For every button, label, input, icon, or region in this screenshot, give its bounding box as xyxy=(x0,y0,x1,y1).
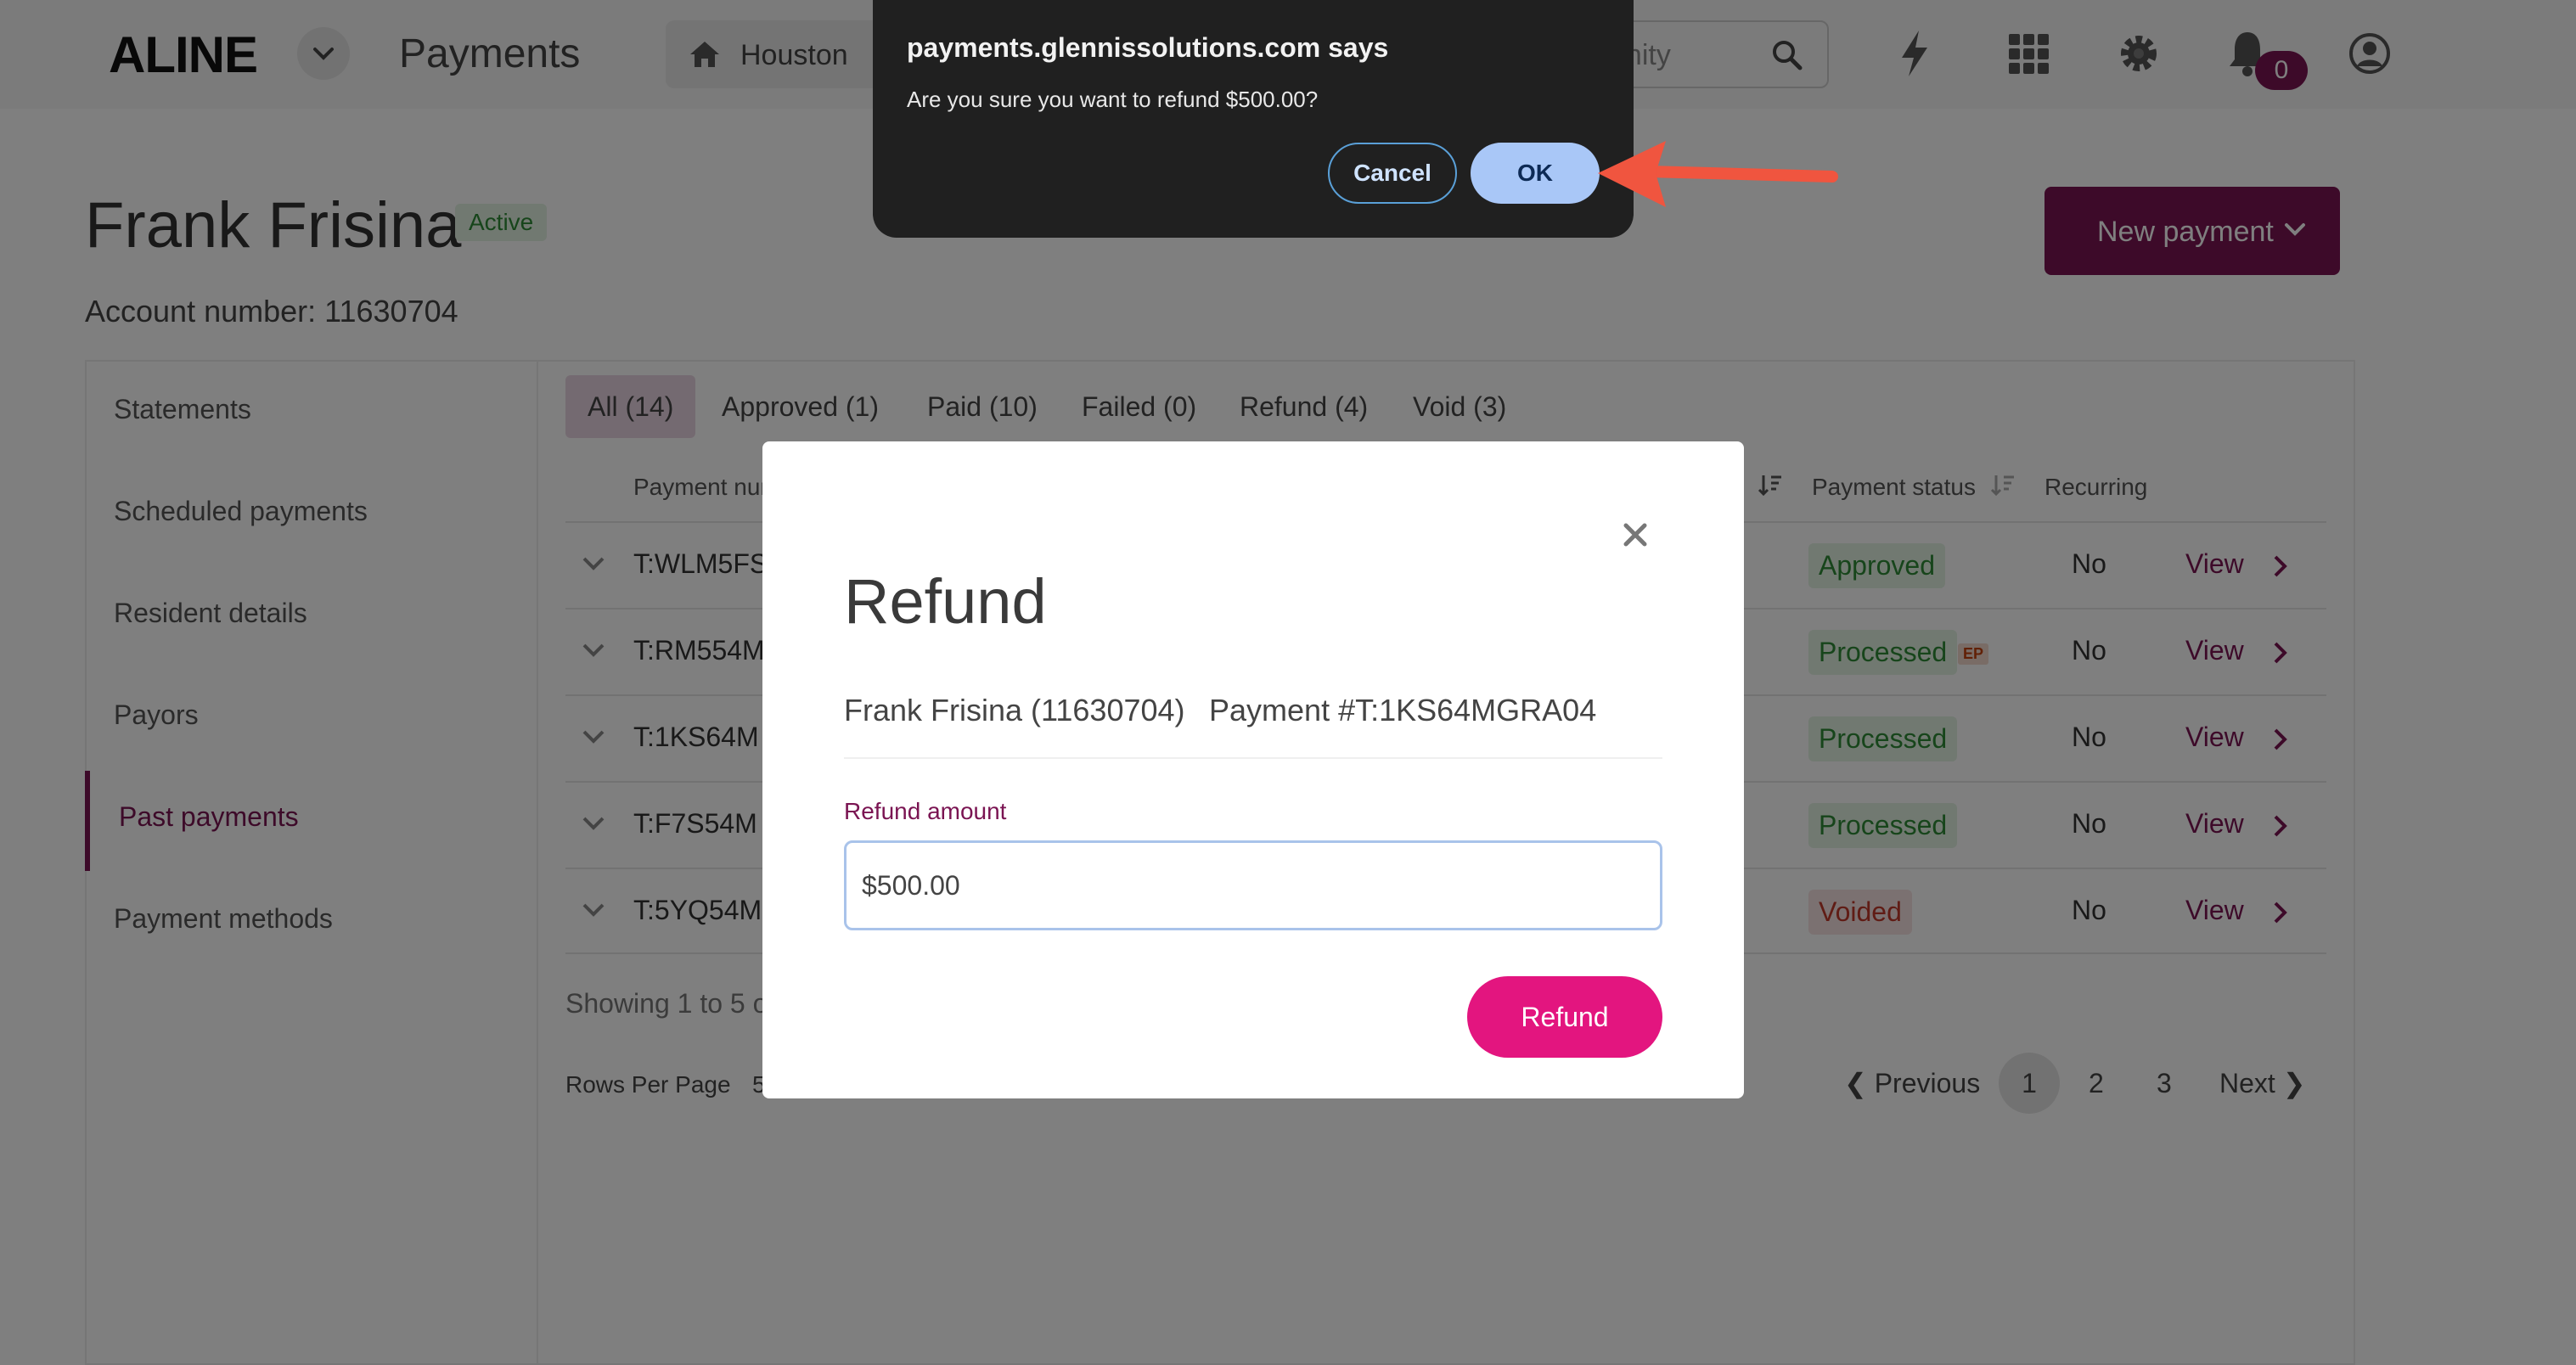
refund-amount-input[interactable] xyxy=(844,840,1662,930)
close-icon[interactable] xyxy=(1622,521,1649,548)
ok-button[interactable]: OK xyxy=(1471,143,1600,204)
refund-modal: Refund Frank Frisina (11630704) Payment … xyxy=(762,441,1744,1098)
refund-payment-number: Payment #T:1KS64MGRA04 xyxy=(1209,693,1597,727)
modal-title: Refund xyxy=(844,566,1047,637)
confirm-title: payments.glennissolutions.com says xyxy=(907,32,1389,63)
refund-amount-label: Refund amount xyxy=(844,798,1007,824)
browser-confirm-dialog: payments.glennissolutions.com says Are y… xyxy=(873,0,1634,238)
annotation-arrow-icon xyxy=(1598,141,1838,207)
confirm-message: Are you sure you want to refund $500.00? xyxy=(907,87,1319,112)
divider xyxy=(844,757,1662,759)
refund-customer: Frank Frisina (11630704) xyxy=(844,693,1185,727)
cancel-button[interactable]: Cancel xyxy=(1328,143,1457,204)
refund-button[interactable]: Refund xyxy=(1467,976,1662,1058)
